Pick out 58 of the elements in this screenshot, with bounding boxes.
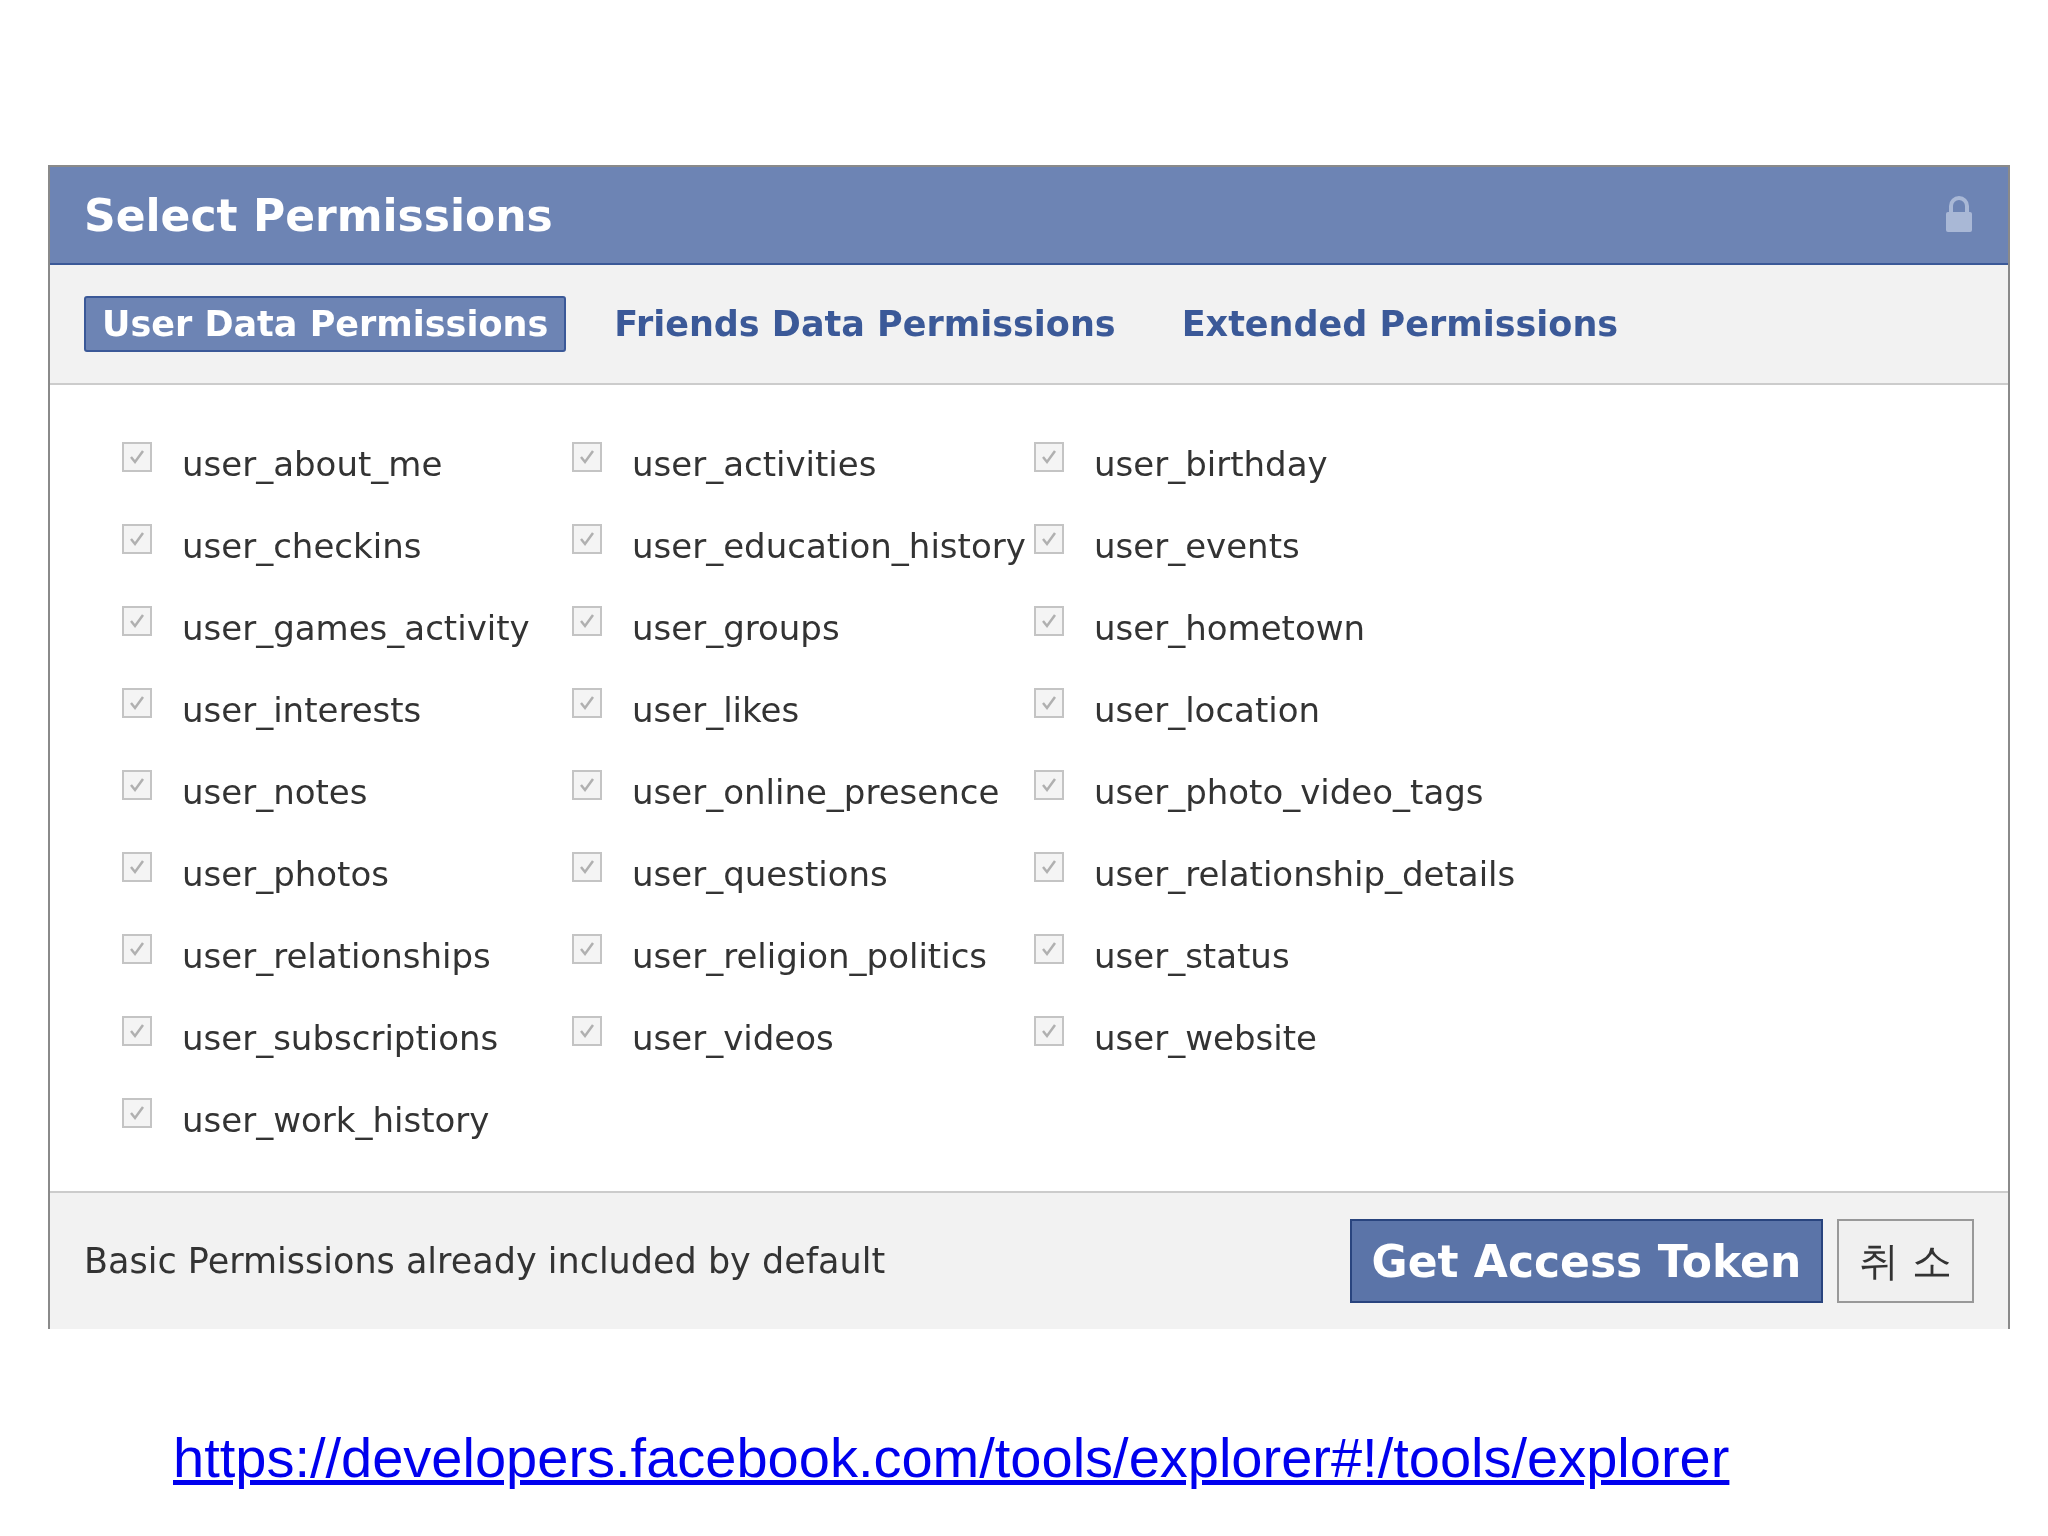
checkmark-icon — [128, 858, 146, 876]
checkmark-icon — [578, 612, 596, 630]
permission-label: user_games_activity — [182, 608, 530, 648]
checkmark-icon — [128, 1104, 146, 1122]
explorer-link[interactable]: https://developers.facebook.com/tools/explorer#!/tools/explorer — [173, 1425, 1730, 1490]
checkmark-icon — [578, 694, 596, 712]
permission-label: user_relationships — [182, 936, 491, 976]
permission-label: user_religion_politics — [632, 936, 988, 976]
tab[interactable]: User Data Permissions — [84, 296, 567, 352]
permission-label: user_birthday — [1094, 444, 1328, 484]
permission-label: user_notes — [182, 772, 368, 812]
permission-label: user_hometown — [1094, 608, 1366, 648]
tab[interactable]: Extended Permissions — [1163, 296, 1637, 352]
checkmark-icon — [578, 858, 596, 876]
permission-label: user_activities — [632, 444, 877, 484]
permission-label: user_videos — [632, 1018, 834, 1058]
checkmark-icon — [128, 1022, 146, 1040]
permission-label: user_events — [1094, 526, 1300, 566]
cancel-button[interactable]: 취 소 — [1837, 1219, 1974, 1303]
checkmark-icon — [578, 448, 596, 466]
checkmark-icon — [1040, 776, 1058, 794]
dialog-title: Select Permissions — [84, 189, 553, 241]
footer-note: Basic Permissions already included by default — [84, 1241, 886, 1281]
checkmark-icon — [578, 530, 596, 548]
checkmark-icon — [128, 530, 146, 548]
checkmark-icon — [1040, 530, 1058, 548]
checkmark-icon — [578, 776, 596, 794]
permission-label: user_subscriptions — [182, 1018, 499, 1058]
permission-label: user_checkins — [182, 526, 422, 566]
permission-label: user_about_me — [182, 444, 443, 484]
checkmark-icon — [1040, 940, 1058, 958]
permission-label: user_website — [1094, 1018, 1317, 1058]
permission-label: user_online_presence — [632, 772, 1000, 812]
get-token-button[interactable]: Get Access Token — [1349, 1219, 1824, 1303]
permission-label: user_groups — [632, 608, 840, 648]
checkmark-icon — [1040, 858, 1058, 876]
permission-label: user_likes — [632, 690, 800, 730]
permission-label: user_photo_video_tags — [1094, 772, 1484, 812]
checkmark-icon — [1040, 1022, 1058, 1040]
tab[interactable]: Friends Data Permissions — [596, 296, 1134, 352]
checkmark-icon — [128, 448, 146, 466]
checkmark-icon — [128, 694, 146, 712]
checkmark-icon — [578, 940, 596, 958]
checkmark-icon — [578, 1022, 596, 1040]
permission-label: user_questions — [632, 854, 888, 894]
permission-label: user_education_history — [632, 526, 1026, 566]
permission-label: user_photos — [182, 854, 389, 894]
permission-label: user_status — [1094, 936, 1290, 976]
checkmark-icon — [128, 940, 146, 958]
checkmark-icon — [128, 776, 146, 794]
permission-label: user_interests — [182, 690, 422, 730]
checkmark-icon — [1040, 612, 1058, 630]
checkmark-icon — [128, 612, 146, 630]
checkmark-icon — [1040, 448, 1058, 466]
permission-label: user_location — [1094, 690, 1321, 730]
permission-label: user_work_history — [182, 1100, 490, 1140]
checkmark-icon — [1040, 694, 1058, 712]
permission-label: user_relationship_details — [1094, 854, 1516, 894]
